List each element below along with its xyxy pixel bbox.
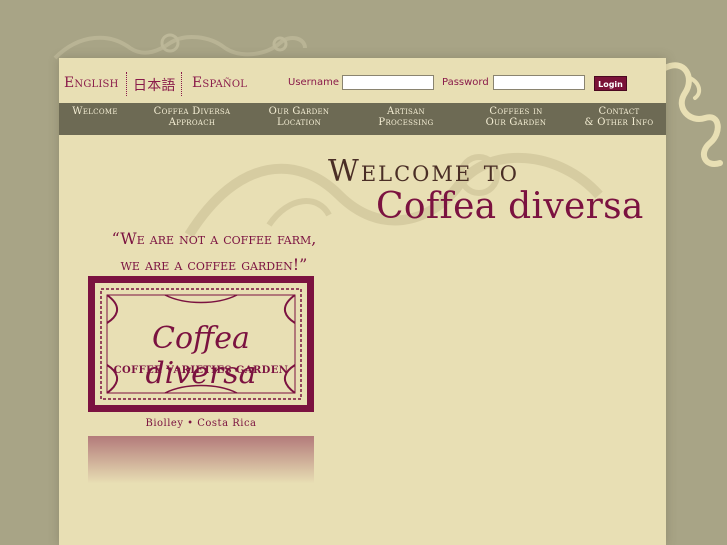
logo-reflection <box>88 436 314 486</box>
tagline-quote: “We are not a coffee farm, we are a coff… <box>84 226 344 278</box>
nav-label: Location <box>276 117 322 128</box>
main-panel: English 日本語 Español Username Password Lo… <box>59 58 666 545</box>
nav-label: & Other Info <box>584 117 654 128</box>
location-text: Biolley • Costa Rica <box>145 418 257 429</box>
lang-divider <box>126 72 127 96</box>
nav-label: Processing <box>378 117 434 128</box>
quote-line: “We are not a coffee farm, <box>111 229 317 248</box>
logo-badge: Coffea diversa COFFEE VARIETIES GARDEN <box>88 276 314 412</box>
username-input[interactable] <box>342 75 434 90</box>
nav-label: Welcome <box>72 106 118 117</box>
nav-contact[interactable]: Contact & Other Info <box>573 106 665 128</box>
nav-label: Approach <box>168 117 216 128</box>
site-title: Coffea diversa <box>376 186 644 227</box>
main-nav: Welcome Coffea Diversa Approach Our Gard… <box>59 103 666 135</box>
nav-label: Artisan <box>387 106 425 117</box>
lang-english-link[interactable]: English <box>64 75 119 91</box>
decorative-swirl-right <box>662 62 723 167</box>
reflection-fade <box>88 436 314 486</box>
nav-processing[interactable]: Artisan Processing <box>366 106 446 128</box>
nav-label: Coffea Diversa <box>153 106 231 117</box>
logo-title: Coffea diversa <box>145 321 257 391</box>
lang-spanish-link[interactable]: Español <box>192 75 247 91</box>
password-input[interactable] <box>493 75 585 90</box>
quote-line: we are a coffee garden!” <box>120 255 308 274</box>
nav-welcome[interactable]: Welcome <box>63 106 127 117</box>
nav-coffees[interactable]: Coffees in Our Garden <box>469 106 563 128</box>
nav-label: Contact <box>598 106 640 117</box>
welcome-heading: Welcome to <box>328 154 519 189</box>
login-button[interactable]: Login <box>594 76 627 91</box>
nav-approach[interactable]: Coffea Diversa Approach <box>139 106 245 128</box>
password-label: Password <box>442 77 489 88</box>
nav-label: Our Garden <box>485 117 547 128</box>
logo-inner: Coffea diversa COFFEE VARIETIES GARDEN <box>93 281 309 407</box>
lang-divider <box>181 72 182 96</box>
top-bar: English 日本語 Español Username Password Lo… <box>59 58 666 103</box>
username-label: Username <box>288 77 339 88</box>
logo-subtitle: COFFEE VARIETIES GARDEN <box>113 365 289 376</box>
nav-label: Our Garden <box>268 106 330 117</box>
nav-label: Coffees in <box>489 106 543 117</box>
nav-location[interactable]: Our Garden Location <box>254 106 344 128</box>
lang-japanese-link[interactable]: 日本語 <box>133 75 176 95</box>
